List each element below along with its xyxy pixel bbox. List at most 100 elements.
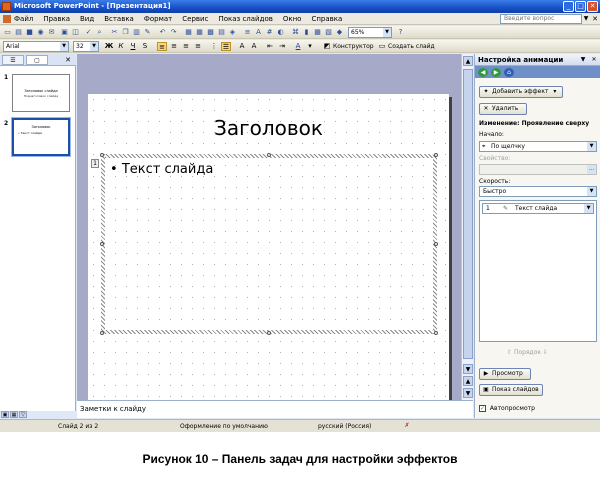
speed-select[interactable]: Быстро ▼ [479,186,597,197]
numbering-button[interactable]: ⋮ [209,42,219,51]
next-slide-icon[interactable]: ▼ [463,388,473,398]
diagram-icon[interactable]: ◈ [228,28,237,37]
color-grayscale-icon[interactable]: ◐ [276,28,285,37]
paste-icon[interactable]: ▥ [132,28,141,37]
spell-check-icon[interactable]: ✗ [402,422,412,430]
animation-order-tag[interactable]: 1 [91,159,99,168]
scroll-up-icon[interactable]: ▲ [463,56,473,66]
menu-edit[interactable]: Правка [43,15,70,23]
slide-thumbnail-1[interactable]: Заголовок слайда Подзаголовок слайда [12,74,70,112]
font-color-dropdown-icon[interactable]: ▾ [305,42,315,51]
undo-icon[interactable]: ↶ [158,28,167,37]
maximize-button[interactable]: □ [575,1,586,12]
resize-handle[interactable] [267,331,271,335]
menu-view[interactable]: Вид [80,15,94,23]
insert-smart-icon[interactable]: ◆ [335,28,344,37]
zoom-select[interactable]: 65% ▼ [348,27,392,38]
align-left-button[interactable]: ≡ [157,42,167,51]
resize-handle[interactable] [267,153,271,157]
resize-handle[interactable] [434,153,438,157]
redo-icon[interactable]: ↷ [169,28,178,37]
resize-handle[interactable] [434,242,438,246]
underline-button[interactable]: Ч [128,42,138,51]
show-formatting-icon[interactable]: A [254,28,263,37]
italic-button[interactable]: К [116,42,126,51]
insert-chart-icon[interactable]: ▮ [302,28,311,37]
normal-view-icon[interactable]: ▣ [1,411,9,418]
new-icon[interactable]: ▭ [3,28,12,37]
decrease-font-button[interactable]: A [249,42,259,51]
document-close-icon[interactable]: ✕ [591,14,599,24]
back-icon[interactable]: ◀ [478,68,488,77]
close-button[interactable]: ✕ [587,1,598,12]
insert-picture-icon[interactable]: ▧ [324,28,333,37]
grid-icon[interactable]: # [265,28,274,37]
slide-title[interactable]: Заголовок [88,116,449,140]
slideshow-view-icon[interactable]: ▽ [19,411,27,418]
save-icon[interactable]: ■ [25,28,34,37]
animation-item-dropdown-icon[interactable]: ▼ [584,204,593,213]
resize-handle[interactable] [100,331,104,335]
print-icon[interactable]: ▣ [60,28,69,37]
format-painter-icon[interactable]: ✎ [143,28,152,37]
slide-canvas[interactable]: Заголовок 1 • Текст слайда [88,94,449,411]
notes-pane[interactable]: Заметки к слайду [77,400,473,418]
increase-font-button[interactable]: A [237,42,247,51]
zoom-dropdown-icon[interactable]: ▼ [383,28,391,37]
excel-table-icon[interactable]: ▤ [217,28,226,37]
scroll-down-icon[interactable]: ▼ [463,364,473,374]
taskpane-menu-icon[interactable]: ▼ [579,56,587,64]
font-size-select[interactable]: 32 ▼ [73,41,99,52]
mail-icon[interactable]: ✉ [47,28,56,37]
slides-panel-close-icon[interactable]: ✕ [63,55,73,65]
hyperlink-icon[interactable]: ⌘ [291,28,300,37]
resize-handle[interactable] [434,331,438,335]
scroll-thumb[interactable] [463,69,473,359]
font-color-button[interactable]: A [293,42,303,51]
taskpane-close-icon[interactable]: ✕ [590,56,598,64]
start-dropdown-icon[interactable]: ▼ [587,142,596,151]
document-icon[interactable] [3,15,11,23]
designer-button[interactable]: Конструктор [333,42,374,51]
menu-format[interactable]: Формат [144,15,172,23]
font-name-select[interactable]: Arial ▼ [3,41,69,52]
increase-indent-button[interactable]: ⇥ [277,42,287,51]
spelling-icon[interactable]: ✓ [84,28,93,37]
help-icon[interactable]: ? [396,28,405,37]
previous-slide-icon[interactable]: ▲ [463,376,473,386]
preview-button[interactable]: ▶ Просмотр [479,368,531,380]
tables-borders-icon[interactable]: ▩ [206,28,215,37]
resize-handle[interactable] [100,242,104,246]
menu-insert[interactable]: Вставка [104,15,134,23]
copy-icon[interactable]: ❐ [121,28,130,37]
body-placeholder[interactable] [100,153,438,335]
permission-icon[interactable]: ◉ [36,28,45,37]
animation-list[interactable]: 1 ✎ Текст слайда ▼ [479,200,597,342]
minimize-button[interactable]: _ [563,1,574,12]
add-effect-button[interactable]: ✦ Добавить эффект ▾ [479,86,563,98]
insert-table-icon[interactable]: ▦ [313,28,322,37]
forward-icon[interactable]: ▶ [491,68,501,77]
slide-body-text[interactable]: • Текст слайда [110,162,213,177]
menu-help[interactable]: Справка [311,15,342,23]
open-icon[interactable]: ▤ [14,28,23,37]
remove-button[interactable]: ✕ Удалить [479,103,527,115]
bold-button[interactable]: Ж [104,42,114,51]
shadow-button[interactable]: S [140,42,150,51]
cut-icon[interactable]: ✂ [110,28,119,37]
animation-list-item[interactable]: 1 ✎ Текст слайда ▼ [482,203,594,214]
new-slide-icon[interactable]: ▭ [377,42,387,51]
bullets-button[interactable]: ☰ [221,42,231,51]
font-dropdown-icon[interactable]: ▼ [60,42,68,51]
slide-scrollbar[interactable]: ▲ ▼ ▲ ▼ [461,54,473,400]
menu-tools[interactable]: Сервис [182,15,208,23]
table-icon[interactable]: ▦ [195,28,204,37]
print-preview-icon[interactable]: ◫ [71,28,80,37]
start-select[interactable]: ⌖ По щелчку ▼ [479,141,597,152]
speed-dropdown-icon[interactable]: ▼ [587,187,596,196]
align-right-button[interactable]: ≡ [181,42,191,51]
resize-handle[interactable] [100,153,104,157]
font-size-dropdown-icon[interactable]: ▼ [90,42,98,51]
research-icon[interactable]: ⌕ [95,28,104,37]
autopreview-row[interactable]: ✓ Автопросмотр [479,405,535,412]
